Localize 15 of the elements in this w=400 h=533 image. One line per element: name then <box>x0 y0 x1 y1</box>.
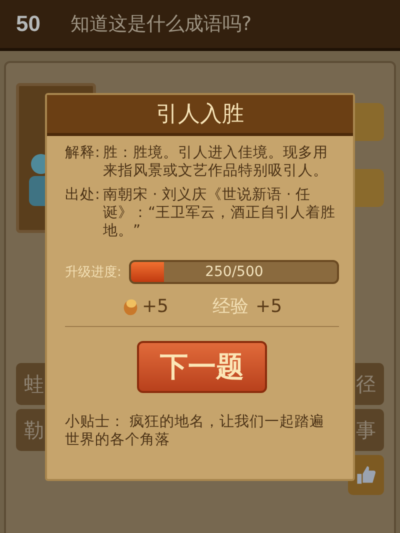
tip-text: 小贴士： 疯狂的地名，让我们一起踏遍世界的各个角落 <box>65 413 326 449</box>
level-number: 50 <box>16 11 40 37</box>
explanation-text: 胜：胜境。引人进入佳境。现多用来指风景或文艺作品特别吸引人。 <box>103 144 329 180</box>
question-title: 知道这是什么成语吗? <box>70 12 252 37</box>
source-label: 出处: <box>65 186 101 205</box>
reward-amount: +5 <box>256 296 282 316</box>
thumbs-up-icon <box>355 464 377 486</box>
next-question-button[interactable]: 下一题 <box>137 341 267 393</box>
experience-label: 经验 <box>212 295 248 318</box>
progress-reading: 250/500 <box>205 264 264 280</box>
explanation-label: 解释: <box>65 144 101 163</box>
idiom-title: 引人入胜 <box>156 101 244 129</box>
reward-amount: +5 <box>142 296 168 316</box>
progress-label: 升级进度: <box>65 264 122 281</box>
source-text: 南朝宋 · 刘义庆《世说新语 · 任诞》：“王卫军云，酒正自引人着胜地。” <box>103 186 337 240</box>
